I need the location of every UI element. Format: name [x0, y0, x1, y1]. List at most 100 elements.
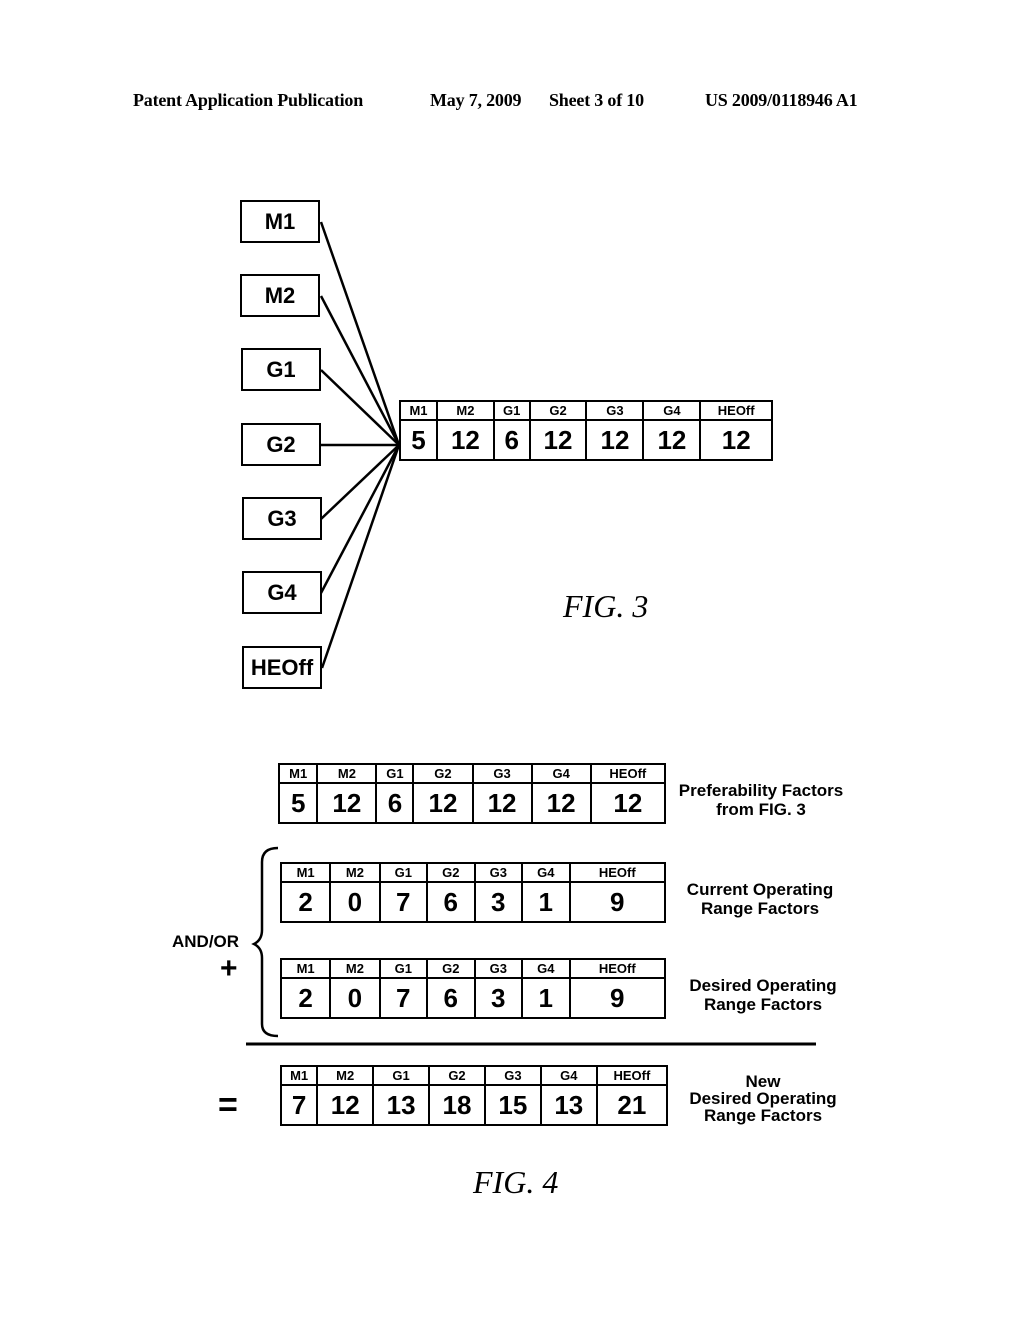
node-m2: M2	[240, 274, 320, 317]
new-desired-operating-table: M1 M2 G1 G2 G3 G4 HEOff 7 12 13 18 15 13…	[279, 1065, 669, 1126]
value-cell: 12	[316, 782, 378, 824]
desired-operating-label: Desired Operating Range Factors	[672, 976, 854, 1014]
value-cell: 12	[471, 782, 533, 824]
value-cell: 5	[277, 782, 319, 824]
header-cell: G3	[473, 958, 524, 979]
value-cell: 9	[568, 977, 667, 1019]
value-cell: 13	[539, 1084, 598, 1126]
node-m1: M1	[240, 200, 320, 243]
value-cell: 3	[473, 881, 524, 923]
label-line: Range Factors	[703, 995, 823, 1014]
table-header-row: M1 M2 G1 G2 G3 G4 HEOff	[279, 1065, 669, 1086]
header-cell: G2	[426, 958, 476, 979]
value-cell: 12	[435, 419, 495, 461]
header-cell: G4	[521, 958, 571, 979]
header-cell: G3	[483, 1065, 542, 1086]
header-cell: G4	[539, 1065, 598, 1086]
header-cell: M1	[279, 862, 332, 883]
value-cell: 1	[521, 881, 571, 923]
header-cell: HEOff	[589, 763, 667, 784]
connector-heoff	[320, 444, 401, 669]
value-cell: 2	[279, 977, 332, 1019]
equals-sign: =	[218, 1086, 238, 1124]
label-line: Desired Operating	[689, 976, 837, 995]
value-cell: 6	[375, 782, 415, 824]
table-value-row: 5 12 6 12 12 12 12	[399, 419, 773, 461]
header-cell: M2	[329, 862, 381, 883]
header-cell: G1	[492, 400, 531, 421]
label-line: Current Operating	[686, 880, 834, 899]
value-cell: 0	[329, 977, 381, 1019]
value-cell: 3	[473, 977, 524, 1019]
node-g2: G2	[241, 423, 321, 466]
value-cell: 15	[483, 1084, 542, 1126]
table-header-row: M1 M2 G1 G2 G3 G4 HEOff	[279, 958, 667, 979]
value-cell: 12	[528, 419, 588, 461]
value-cell: 1	[521, 977, 571, 1019]
table-header-row: M1 M2 G1 G2 G3 G4 HEOff	[279, 862, 667, 883]
connector-g4	[319, 444, 401, 594]
value-cell: 6	[426, 977, 476, 1019]
header-cell: M1	[279, 958, 332, 979]
label-line: Preferability Factors	[678, 781, 844, 800]
header-cell: G4	[521, 862, 571, 883]
header-cell: G3	[473, 862, 524, 883]
label-line: from FIG. 3	[716, 800, 806, 819]
fig3-caption: FIG. 3	[563, 588, 649, 624]
preferability-table: M1 M2 G1 G2 G3 G4 HEOff 5 12 6 12 12 12 …	[277, 763, 667, 824]
header-cell: G3	[471, 763, 533, 784]
value-cell: 12	[316, 1084, 375, 1126]
new-desired-operating-label: New Desired Operating Range Factors	[672, 1073, 854, 1124]
connector-g1	[320, 369, 400, 446]
header-cell: G2	[428, 1065, 486, 1086]
desired-operating-table: M1 M2 G1 G2 G3 G4 HEOff 2 0 7 6 3 1 9	[279, 958, 667, 1019]
current-operating-label: Current Operating Range Factors	[672, 880, 848, 918]
value-cell: 5	[399, 419, 438, 461]
current-operating-table: M1 M2 G1 G2 G3 G4 HEOff 2 0 7 6 3 1 9	[279, 862, 667, 923]
connector-m1	[319, 221, 401, 446]
header-cell: G2	[412, 763, 474, 784]
value-cell: 9	[568, 881, 667, 923]
value-cell: 12	[642, 419, 702, 461]
header-cell: G2	[426, 862, 476, 883]
header-cell: G3	[585, 400, 645, 421]
table-header-row: M1 M2 G1 G2 G3 G4 HEOff	[277, 763, 667, 784]
header-cell: M1	[279, 1065, 319, 1086]
value-cell: 7	[279, 1084, 319, 1126]
value-cell: 21	[595, 1084, 669, 1126]
fig4-caption: FIG. 4	[473, 1164, 559, 1200]
node-heoff: HEOff	[242, 646, 322, 689]
table-value-row: 7 12 13 18 15 13 21	[279, 1084, 669, 1126]
value-cell: 12	[699, 419, 773, 461]
value-cell: 7	[378, 881, 429, 923]
label-line: Range Factors	[700, 899, 820, 918]
value-cell: 6	[492, 419, 531, 461]
header-cell: G4	[642, 400, 702, 421]
header-cell: HEOff	[568, 862, 667, 883]
value-cell: 7	[378, 977, 429, 1019]
header-cell: G1	[378, 958, 429, 979]
node-g4: G4	[242, 571, 322, 614]
header-cell: G1	[372, 1065, 431, 1086]
header-cell: M2	[316, 1065, 375, 1086]
header-cell: HEOff	[699, 400, 773, 421]
value-cell: 12	[589, 782, 667, 824]
header-cell: HEOff	[568, 958, 667, 979]
label-line: New	[745, 1072, 781, 1091]
and-or-label: AND/OR	[172, 932, 240, 951]
value-cell: 6	[426, 881, 476, 923]
value-cell: 12	[530, 782, 592, 824]
table-value-row: 2 0 7 6 3 1 9	[279, 881, 667, 923]
table-value-row: 5 12 6 12 12 12 12	[277, 782, 667, 824]
table-header-row: M1 M2 G1 G2 G3 G4 HEOff	[399, 400, 773, 421]
and-or-brace	[251, 846, 279, 1038]
value-cell: 0	[329, 881, 381, 923]
header-cell: M2	[329, 958, 381, 979]
header-cell: M2	[316, 763, 378, 784]
header-cell: G1	[375, 763, 415, 784]
connector-m2	[319, 295, 401, 446]
header-cell: M1	[399, 400, 438, 421]
header-cell: M1	[277, 763, 319, 784]
node-g1: G1	[241, 348, 321, 391]
preferability-label: Preferability Factors from FIG. 3	[668, 781, 854, 819]
